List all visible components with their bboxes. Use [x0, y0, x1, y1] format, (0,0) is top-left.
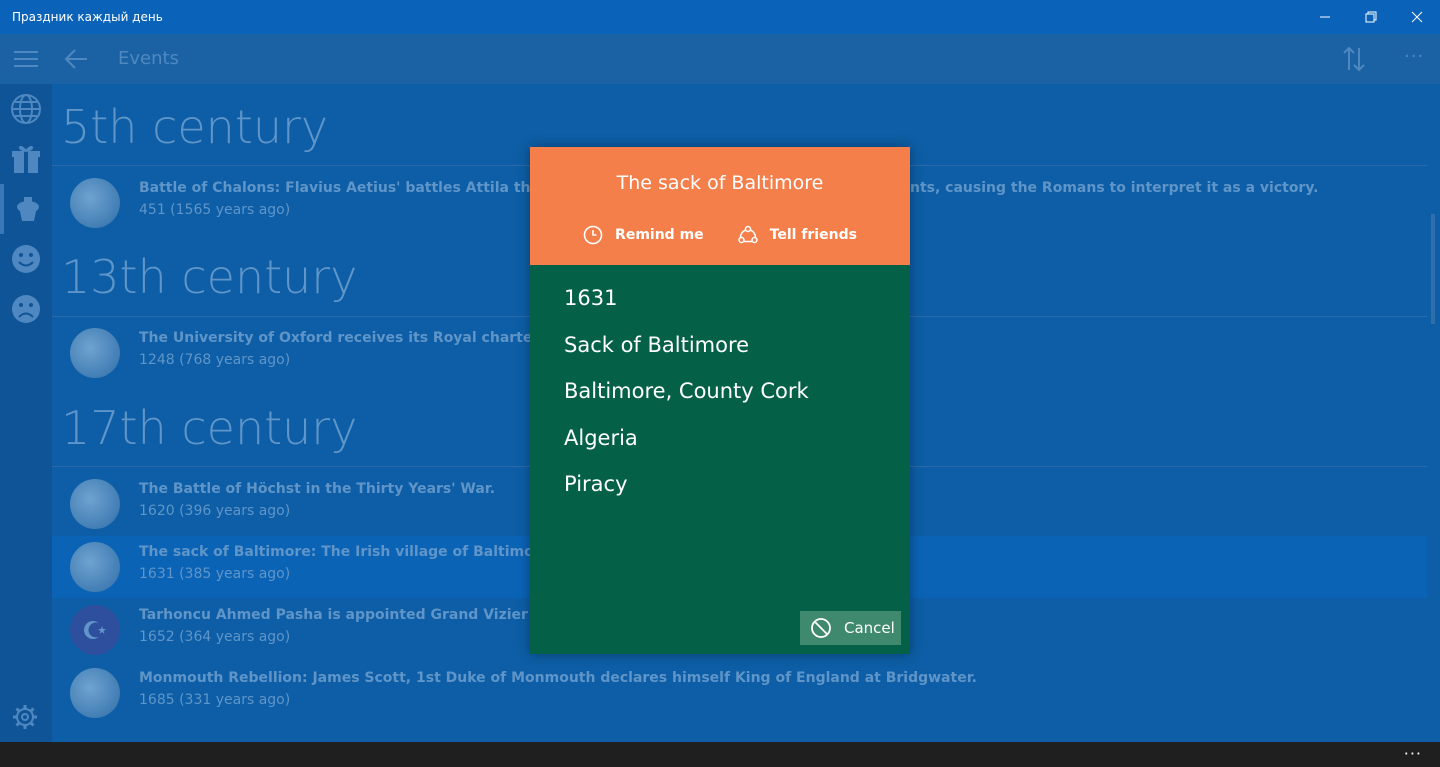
rail-item-sad-news[interactable] [0, 284, 52, 334]
title-bar: Праздник каждый день [0, 0, 1440, 34]
detail-country: Algeria [564, 425, 638, 450]
app-bar: Events ··· [0, 34, 1440, 84]
event-thumbnail [70, 328, 120, 378]
event-thumbnail [70, 605, 120, 655]
cancel-icon [811, 618, 831, 638]
rail-item-holidays[interactable] [0, 134, 52, 184]
back-arrow-icon[interactable] [64, 48, 88, 70]
detail-topic: Piracy [564, 472, 628, 496]
globe-icon [11, 94, 41, 124]
century-heading: 13th century [61, 250, 358, 304]
share-icon [737, 225, 758, 244]
scrollbar-thumb[interactable] [1431, 214, 1435, 324]
sort-icon[interactable] [1342, 46, 1366, 72]
restore-button[interactable] [1348, 0, 1394, 34]
minimize-icon [1320, 16, 1330, 18]
gift-icon [12, 145, 40, 173]
century-heading: 17th century [61, 401, 358, 455]
detail-event: Sack of Baltimore [564, 332, 750, 357]
rail-item-events[interactable] [0, 184, 52, 234]
event-date: 1631 (385 years ago) [139, 566, 291, 582]
cancel-label: Cancel [844, 619, 895, 637]
event-text: The University of Oxford receives its Ro… [139, 330, 543, 346]
dialog-actions: Remind me Tell friends [530, 225, 910, 245]
window-title: Праздник каждый день [12, 10, 163, 24]
dialog-details: 1631 Sack of Baltimore Baltimore, County… [564, 283, 809, 516]
close-icon [1411, 11, 1423, 23]
event-text: The Battle of Höchst in the Thirty Years… [139, 481, 496, 497]
detail-place: Baltimore, County Cork [564, 379, 809, 403]
minimize-button[interactable] [1302, 0, 1348, 34]
dialog-header: The sack of Baltimore Remind me Tell fri… [530, 147, 910, 265]
event-detail-dialog: The sack of Baltimore Remind me Tell fri… [530, 147, 910, 654]
bottom-bar: ··· [0, 742, 1440, 767]
rail-item-world[interactable] [0, 84, 52, 134]
remind-me-label: Remind me [615, 227, 704, 243]
event-date: 1620 (396 years ago) [139, 503, 291, 519]
list-item[interactable]: Monmouth Rebellion: James Scott, 1st Duk… [52, 662, 1427, 724]
event-text: Battle of Chalons: Flavius Aetius' battl… [139, 180, 577, 196]
event-thumbnail [70, 479, 120, 529]
more-options-button[interactable]: ··· [1404, 46, 1424, 67]
event-text: Monmouth Rebellion: James Scott, 1st Duk… [139, 670, 977, 686]
happy-face-icon [12, 245, 40, 273]
event-date: 1652 (364 years ago) [139, 629, 291, 645]
clock-icon [583, 225, 603, 245]
rail-item-good-news[interactable] [0, 234, 52, 284]
tell-friends-label: Tell friends [769, 227, 857, 243]
cancel-button[interactable]: Cancel [800, 611, 901, 645]
close-button[interactable] [1394, 0, 1440, 34]
navigation-rail [0, 84, 52, 742]
event-date: 1685 (331 years ago) [139, 692, 291, 708]
crescent-star-icon [84, 621, 106, 639]
gear-icon[interactable] [12, 704, 38, 730]
detail-year: 1631 [564, 286, 618, 310]
sad-face-icon [12, 295, 40, 323]
event-thumbnail [70, 542, 120, 592]
window-controls [1302, 0, 1440, 34]
event-date: 1248 (768 years ago) [139, 352, 291, 368]
event-text-tail: nts, causing the Romans to interpret it … [910, 180, 1319, 196]
cake-icon [17, 197, 39, 221]
tell-friends-button[interactable]: Tell friends [737, 225, 857, 245]
page-title: Events [118, 48, 179, 69]
restore-icon [1365, 11, 1377, 23]
event-text: Tarhoncu Ahmed Pasha is appointed Grand … [139, 607, 571, 623]
event-thumbnail [70, 178, 120, 228]
event-date: 451 (1565 years ago) [139, 202, 291, 218]
event-thumbnail [70, 668, 120, 718]
taskbar-more-button[interactable]: ··· [1404, 744, 1422, 763]
dialog-title: The sack of Baltimore [616, 172, 824, 194]
hamburger-menu-icon[interactable] [14, 50, 38, 68]
event-text: The sack of Baltimore: The Irish village… [139, 544, 583, 560]
remind-me-button[interactable]: Remind me [583, 225, 704, 245]
scrollbar[interactable] [1427, 84, 1440, 742]
century-heading: 5th century [61, 100, 329, 154]
